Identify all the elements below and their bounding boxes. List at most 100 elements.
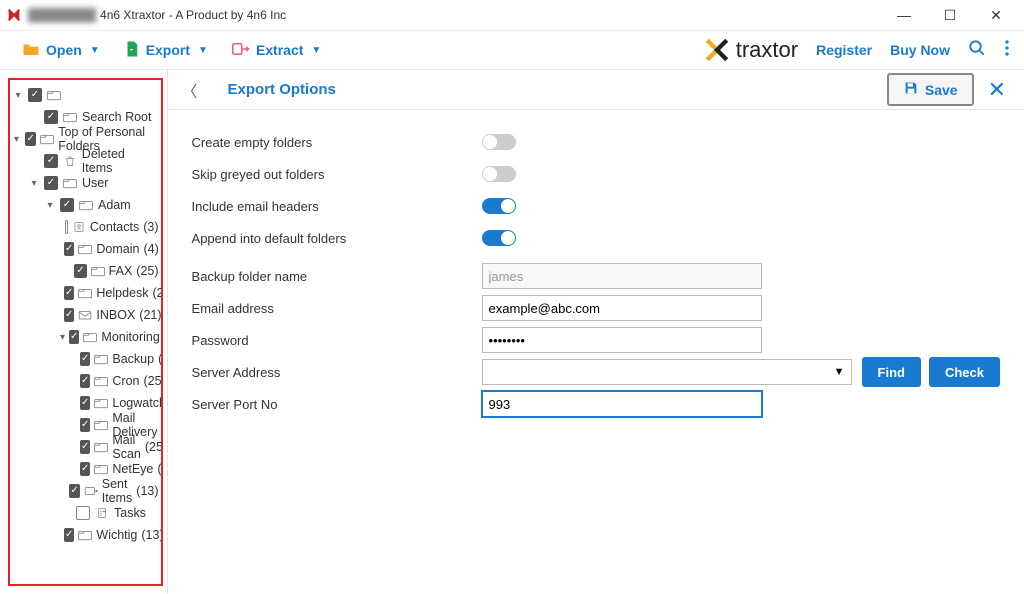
tree-row[interactable]: Cron (25) (12, 370, 159, 392)
register-link[interactable]: Register (816, 42, 872, 58)
open-button[interactable]: Open ▼ (14, 37, 108, 64)
tree-highlight-box: ▾Search Root▾Top of Personal FoldersDele… (8, 78, 163, 586)
maximize-button[interactable]: ☐ (928, 1, 972, 29)
tree-caret-icon[interactable]: ▾ (28, 178, 40, 189)
tree-checkbox[interactable] (80, 418, 90, 432)
tree-row[interactable]: Sent Items (13) (12, 480, 159, 502)
tree-label: Contacts (90, 220, 139, 234)
tree-label: Backup (112, 352, 154, 366)
tree-row[interactable]: Deleted Items (12, 150, 159, 172)
tree-caret-icon[interactable]: ▾ (12, 134, 21, 145)
buy-now-link[interactable]: Buy Now (890, 42, 950, 58)
skip-greyed-out-toggle[interactable] (482, 166, 516, 182)
search-icon[interactable] (968, 39, 986, 62)
folder-icon (91, 264, 105, 278)
append-default-toggle[interactable] (482, 230, 516, 246)
tree-caret-icon[interactable]: ▾ (44, 200, 56, 211)
extract-button[interactable]: Extract ▼ (224, 37, 329, 64)
backup-folder-input[interactable] (482, 263, 762, 289)
close-window-button[interactable]: ✕ (974, 1, 1018, 29)
tree-checkbox[interactable] (44, 154, 58, 168)
tree-checkbox[interactable] (80, 440, 90, 454)
tree-checkbox[interactable] (80, 396, 90, 410)
tree-caret-icon[interactable]: ▾ (60, 332, 65, 343)
tree-count: (21) (139, 308, 161, 322)
tree-row[interactable]: ▾Monitoring (12, 326, 159, 348)
tree-row[interactable]: FAX (25) (12, 260, 159, 282)
tree-row[interactable]: Tasks (12, 502, 159, 524)
server-port-input[interactable] (482, 391, 762, 417)
main-toolbar: Open ▼ Export ▼ Extract ▼ traxtor Regist… (0, 30, 1024, 70)
tree-checkbox[interactable] (64, 528, 74, 542)
check-button[interactable]: Check (929, 357, 1000, 387)
tree-row[interactable]: ▾User (12, 172, 159, 194)
caret-down-icon: ▼ (311, 45, 321, 56)
tree-row[interactable]: Helpdesk (25) (12, 282, 159, 304)
tree-row[interactable]: ▾Adam (12, 194, 159, 216)
tree-checkbox[interactable] (69, 484, 79, 498)
save-label: Save (925, 82, 958, 98)
tree-row[interactable]: Mail Scan (25) (12, 436, 159, 458)
tree-checkbox[interactable] (65, 220, 68, 234)
folder-icon (62, 110, 78, 124)
email-label: Email address (192, 301, 482, 316)
titlebar: ████████ 4n6 Xtraxtor - A Product by 4n6… (0, 0, 1024, 30)
inbox-icon (78, 308, 92, 322)
server-address-select[interactable]: ▼ (482, 359, 852, 385)
tree-checkbox[interactable] (76, 506, 90, 520)
tree-checkbox[interactable] (28, 88, 42, 102)
create-empty-folders-toggle[interactable] (482, 134, 516, 150)
tree-checkbox[interactable] (25, 132, 36, 146)
more-menu-icon[interactable] (1004, 39, 1010, 62)
tree-checkbox[interactable] (69, 330, 79, 344)
tree-checkbox[interactable] (80, 374, 90, 388)
tree-label: FAX (109, 264, 133, 278)
save-button[interactable]: Save (887, 73, 974, 106)
folder-tree[interactable]: ▾Search Root▾Top of Personal FoldersDele… (12, 84, 159, 546)
include-headers-toggle[interactable] (482, 198, 516, 214)
window-title: 4n6 Xtraxtor - A Product by 4n6 Inc (100, 8, 286, 22)
find-button[interactable]: Find (862, 357, 921, 387)
tree-checkbox[interactable] (80, 462, 90, 476)
folder-icon (78, 528, 92, 542)
tree-row[interactable]: Contacts (3) (12, 216, 159, 238)
chevron-down-icon: ▼ (834, 366, 845, 378)
brand-text: traxtor (736, 37, 798, 63)
export-label: Export (146, 42, 190, 58)
tree-checkbox[interactable] (44, 176, 58, 190)
email-input[interactable] (482, 295, 762, 321)
tree-label: Domain (96, 242, 139, 256)
app-icon (6, 7, 22, 23)
tree-checkbox[interactable] (80, 352, 90, 366)
tree-row[interactable]: NetEye (25) (12, 458, 159, 480)
tree-count: (25) (153, 286, 163, 300)
tree-checkbox[interactable] (44, 110, 58, 124)
folder-icon (62, 176, 78, 190)
tree-label: Tasks (114, 506, 146, 520)
tree-count: (25) (136, 264, 158, 278)
tree-checkbox[interactable] (74, 264, 86, 278)
tree-caret-icon[interactable]: ▾ (12, 90, 24, 101)
tree-row[interactable]: INBOX (21) (12, 304, 159, 326)
tree-checkbox[interactable] (64, 308, 74, 322)
folder-icon (46, 88, 62, 102)
sent-icon (84, 484, 98, 498)
password-input[interactable] (482, 327, 762, 353)
tree-checkbox[interactable] (64, 242, 74, 256)
skip-greyed-out-label: Skip greyed out folders (192, 167, 482, 182)
caret-down-icon: ▼ (198, 45, 208, 56)
export-button[interactable]: Export ▼ (116, 36, 216, 65)
panel-chevron-icon[interactable]: 〈 (182, 78, 198, 102)
tree-row[interactable]: Wichtig (13) (12, 524, 159, 546)
tree-label: Search Root (82, 110, 151, 124)
tree-row[interactable]: ▾ (12, 84, 159, 106)
tree-checkbox[interactable] (64, 286, 74, 300)
minimize-button[interactable]: — (882, 1, 926, 29)
server-port-label: Server Port No (192, 397, 482, 412)
tree-row[interactable]: Domain (4) (12, 238, 159, 260)
tree-checkbox[interactable] (60, 198, 74, 212)
include-headers-label: Include email headers (192, 199, 482, 214)
extract-label: Extract (256, 42, 303, 58)
tree-row[interactable]: Backup (25) (12, 348, 159, 370)
close-panel-button[interactable]: ✕ (984, 77, 1010, 103)
